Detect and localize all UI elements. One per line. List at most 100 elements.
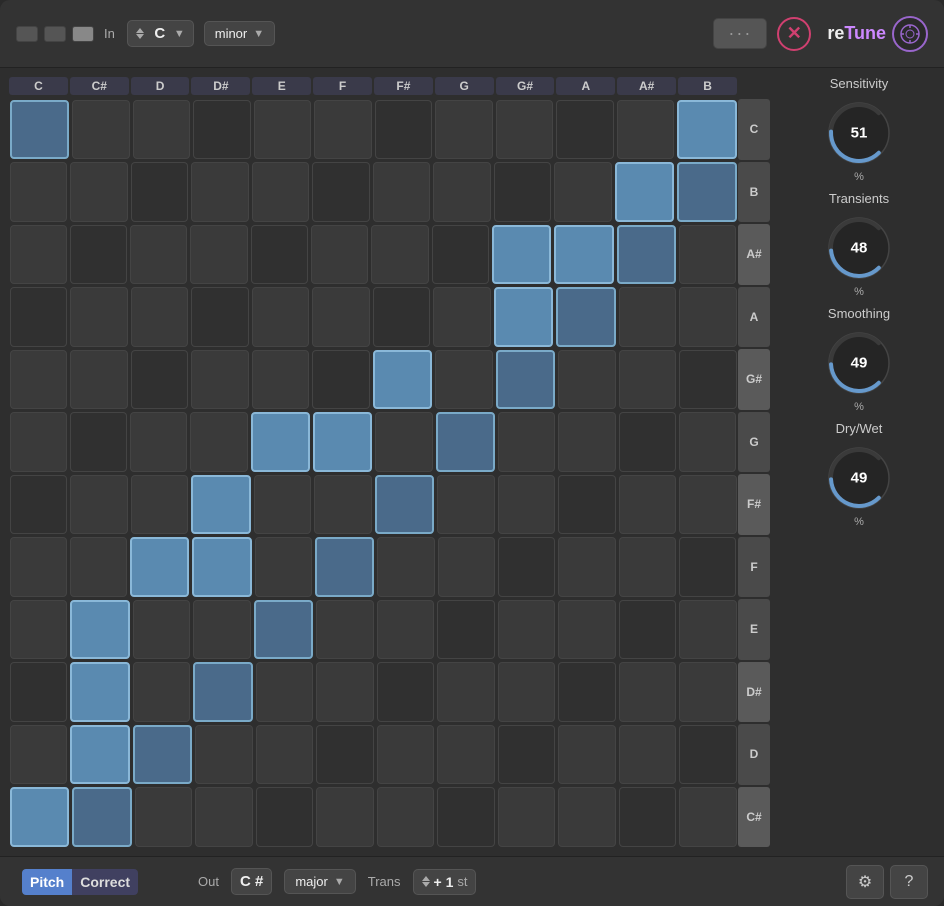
grid-cell[interactable]	[373, 287, 431, 347]
grid-cell[interactable]	[72, 100, 130, 160]
out-key-select[interactable]: C #	[231, 868, 272, 895]
grid-cell[interactable]	[191, 287, 249, 347]
grid-cell[interactable]	[195, 787, 253, 847]
grid-cell[interactable]	[70, 725, 130, 785]
grid-cell[interactable]	[10, 100, 70, 160]
grid-cell[interactable]	[615, 162, 675, 222]
grid-cell[interactable]	[70, 412, 127, 472]
grid-cell[interactable]	[193, 100, 251, 160]
grid-cell[interactable]	[10, 350, 68, 410]
grid-cell[interactable]	[558, 537, 615, 597]
grid-cell[interactable]	[316, 725, 374, 785]
grid-cell[interactable]	[10, 225, 67, 285]
grid-cell[interactable]	[252, 287, 310, 347]
grid-cell[interactable]	[131, 350, 189, 410]
grid-cell[interactable]	[131, 162, 189, 222]
grid-cell[interactable]	[498, 475, 556, 535]
grid-cell[interactable]	[130, 225, 187, 285]
grid-cell[interactable]	[130, 537, 189, 597]
grid-cell[interactable]	[316, 787, 374, 847]
grid-cell[interactable]	[679, 412, 736, 472]
grid-cell[interactable]	[496, 100, 554, 160]
grid-cell[interactable]	[619, 412, 676, 472]
grid-cell[interactable]	[679, 725, 737, 785]
grid-cell[interactable]	[314, 475, 372, 535]
grid-cell[interactable]	[558, 475, 616, 535]
footer-scale-select[interactable]: major ▼	[284, 869, 355, 894]
grid-cell[interactable]	[252, 162, 310, 222]
grid-cell[interactable]	[254, 100, 312, 160]
grid-cell[interactable]	[193, 600, 251, 660]
grid-cell[interactable]	[617, 100, 675, 160]
grid-cell[interactable]	[558, 600, 616, 660]
grid-cell[interactable]	[254, 475, 312, 535]
grid-cell[interactable]	[679, 287, 737, 347]
grid-cell[interactable]	[619, 787, 677, 847]
grid-cell[interactable]	[254, 600, 314, 660]
grid-cell[interactable]	[677, 100, 737, 160]
grid-cell[interactable]	[373, 162, 431, 222]
grid-cell[interactable]	[70, 350, 128, 410]
grid-cell[interactable]	[191, 475, 251, 535]
grid-cell[interactable]	[437, 600, 495, 660]
grid-cell[interactable]	[135, 787, 193, 847]
grid-cell[interactable]	[498, 787, 556, 847]
grid-cell[interactable]	[437, 787, 495, 847]
grid-cell[interactable]	[193, 662, 253, 722]
grid-cell[interactable]	[312, 350, 370, 410]
key-select[interactable]: C ▼	[127, 20, 194, 47]
close-button[interactable]: ✕	[777, 17, 811, 51]
grid-cell[interactable]	[558, 725, 616, 785]
grid-cell[interactable]	[679, 475, 737, 535]
grid-cell[interactable]	[498, 600, 556, 660]
grid-cell[interactable]	[375, 475, 435, 535]
win-btn-maximize[interactable]	[72, 26, 94, 42]
knob-2[interactable]: 49	[823, 327, 895, 399]
grid-cell[interactable]	[498, 537, 555, 597]
grid-cell[interactable]	[433, 287, 491, 347]
grid-cell[interactable]	[191, 162, 249, 222]
grid-cell[interactable]	[679, 662, 737, 722]
grid-cell[interactable]	[558, 350, 616, 410]
grid-cell[interactable]	[619, 350, 677, 410]
grid-cell[interactable]	[10, 475, 68, 535]
grid-cell[interactable]	[255, 537, 312, 597]
grid-cell[interactable]	[617, 225, 676, 285]
grid-cell[interactable]	[679, 787, 737, 847]
grid-cell[interactable]	[438, 537, 495, 597]
knob-1[interactable]: 48	[823, 212, 895, 284]
grid-cell[interactable]	[256, 725, 314, 785]
grid-cell[interactable]	[10, 787, 70, 847]
grid-cell[interactable]	[377, 662, 435, 722]
trans-value-container[interactable]: + 1 st	[413, 869, 477, 895]
grid-cell[interactable]	[494, 287, 554, 347]
grid-cell[interactable]	[191, 350, 249, 410]
grid-cell[interactable]	[433, 162, 491, 222]
grid-cell[interactable]	[70, 287, 128, 347]
grid-cell[interactable]	[70, 225, 127, 285]
grid-cell[interactable]	[70, 600, 130, 660]
grid-cell[interactable]	[312, 162, 370, 222]
grid-cell[interactable]	[554, 225, 613, 285]
scale-select[interactable]: minor ▼	[204, 21, 275, 46]
grid-cell[interactable]	[437, 725, 495, 785]
grid-cell[interactable]	[70, 475, 128, 535]
grid-cell[interactable]	[131, 475, 189, 535]
grid-cell[interactable]	[498, 662, 556, 722]
win-btn-minimize[interactable]	[16, 26, 38, 42]
grid-cell[interactable]	[494, 162, 552, 222]
pitch-correct-button[interactable]: PitchCorrect	[16, 865, 144, 899]
grid-cell[interactable]	[554, 162, 612, 222]
grid-cell[interactable]	[492, 225, 551, 285]
grid-cell[interactable]	[558, 787, 616, 847]
grid-cell[interactable]	[375, 412, 432, 472]
grid-cell[interactable]	[377, 600, 435, 660]
grid-cell[interactable]	[133, 100, 191, 160]
grid-cell[interactable]	[679, 600, 737, 660]
knob-0[interactable]: 51	[823, 97, 895, 169]
dots-button[interactable]: ···	[713, 18, 767, 49]
grid-cell[interactable]	[619, 537, 676, 597]
grid-cell[interactable]	[130, 412, 187, 472]
grid-cell[interactable]	[679, 225, 736, 285]
grid-cell[interactable]	[435, 100, 493, 160]
